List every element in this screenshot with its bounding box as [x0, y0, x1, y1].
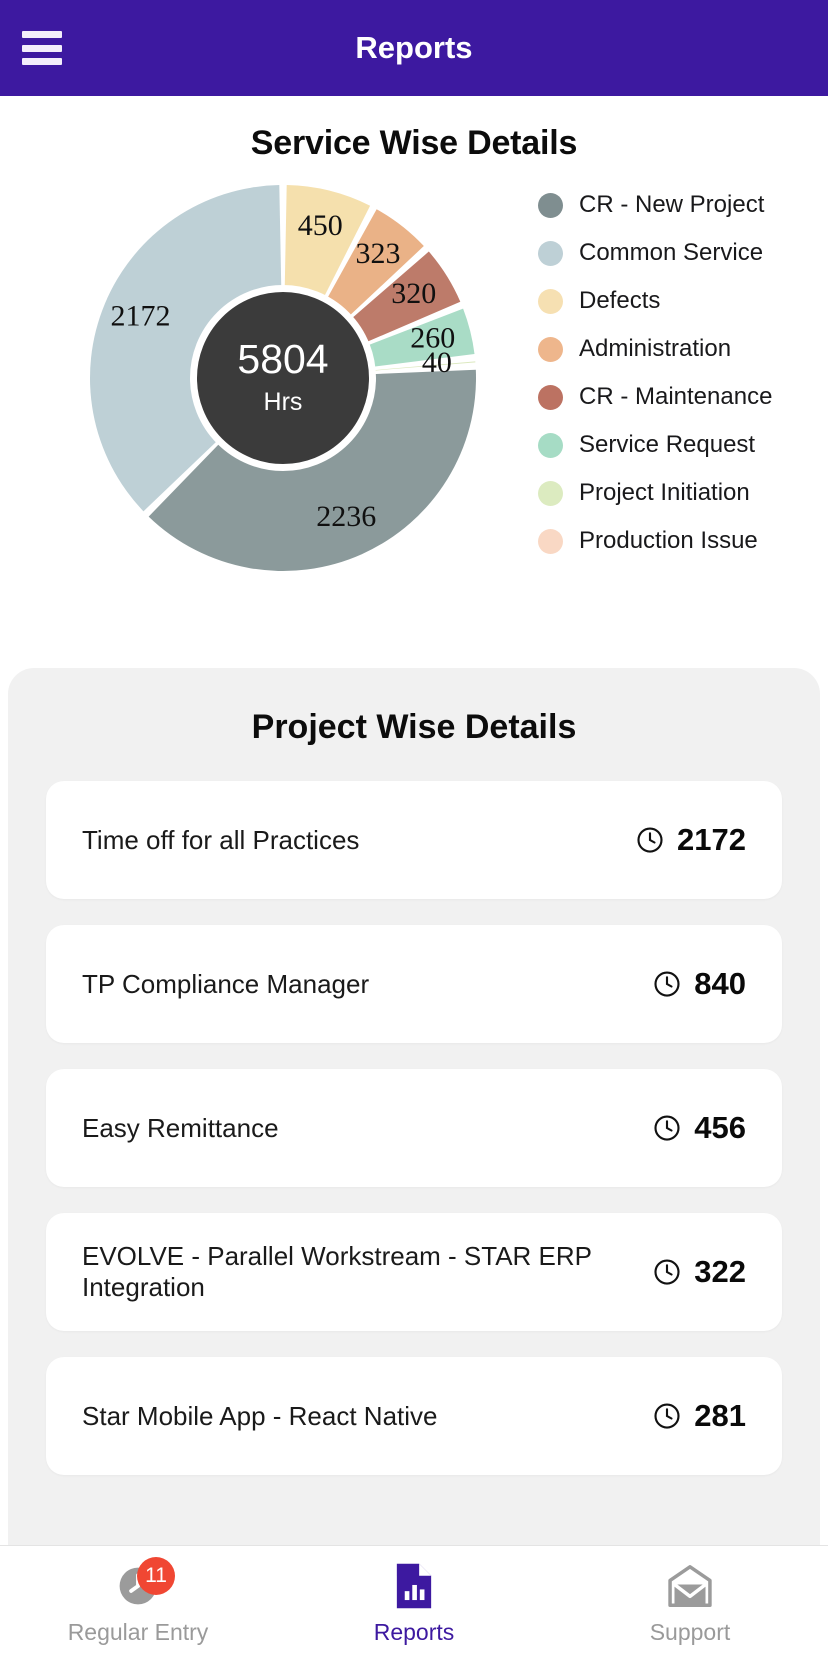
project-row[interactable]: Easy Remittance 456	[46, 1069, 782, 1187]
project-hours: 456	[652, 1110, 746, 1146]
project-section-title: Project Wise Details	[251, 708, 577, 746]
hamburger-bar	[22, 58, 62, 65]
legend-item-label: Project Initiation	[579, 479, 750, 506]
project-name: EVOLVE - Parallel Workstream - STAR ERP …	[82, 1241, 592, 1302]
envelope-icon	[668, 1565, 712, 1607]
bottom-navigation-bar: 11 Regular Entry Reports Support	[0, 1545, 828, 1661]
chart-legend: CR - New Project Common Service Defects Adm…	[538, 191, 772, 555]
clock-icon	[654, 1115, 680, 1141]
legend-item[interactable]: Common Service	[538, 239, 772, 267]
total-hours-value: 5804	[237, 336, 329, 382]
project-row[interactable]: Star Mobile App - React Native 281	[46, 1357, 782, 1475]
nav-item-regular-entry[interactable]: 11 Regular Entry	[0, 1546, 276, 1661]
pie-slice-label: 320	[391, 277, 436, 310]
legend-item[interactable]: CR - New Project	[538, 191, 772, 219]
project-hours-value: 840	[694, 966, 746, 1001]
hamburger-bar	[22, 31, 62, 38]
project-name: Star Mobile App - React Native	[82, 1400, 438, 1431]
project-row[interactable]: TP Compliance Manager 840	[46, 925, 782, 1043]
nav-item-label: Support	[649, 1619, 731, 1645]
nav-item-label: Regular Entry	[67, 1619, 209, 1645]
notification-badge: 11	[137, 1557, 175, 1595]
legend-color-swatch	[538, 480, 563, 506]
project-hours-value: 2172	[677, 822, 746, 857]
legend-item-label: CR - New Project	[579, 191, 765, 218]
nav-icon-wrapper	[387, 1561, 441, 1611]
project-row[interactable]: Time off for all Practices 2172	[46, 781, 782, 899]
legend-item-label: Common Service	[579, 239, 764, 266]
project-hours: 281	[652, 1398, 746, 1434]
legend-item[interactable]: CR - Maintenance	[538, 383, 772, 411]
donut-chart[interactable]: 450 323 320 260 40 2236 2172 5804 Hrs	[88, 183, 478, 573]
app-header: Reports	[0, 0, 828, 96]
project-hours: 2172	[635, 822, 746, 858]
project-name: TP Compliance Manager	[82, 968, 370, 999]
nav-icon-wrapper: 11	[111, 1557, 175, 1611]
project-list: Time off for all Practices 2172 TP Compli…	[46, 781, 782, 1475]
legend-item[interactable]: Production Issue	[538, 527, 772, 555]
legend-color-swatch	[538, 336, 563, 362]
pie-slice-label: 2236	[316, 500, 376, 533]
clock-icon	[637, 827, 663, 853]
service-wise-details-section: Service Wise Details 450 323 320 260 40 2236 2…	[0, 96, 828, 658]
page-title: Reports	[355, 30, 473, 65]
legend-color-swatch	[538, 288, 563, 314]
pie-slice-label: 323	[355, 237, 400, 270]
clock-icon	[654, 1259, 680, 1285]
legend-item-label: Administration	[579, 335, 732, 362]
legend-item-label: Defects	[579, 287, 661, 314]
project-hours: 322	[652, 1254, 746, 1290]
project-hours-value: 322	[694, 1254, 746, 1289]
legend-color-swatch	[538, 384, 563, 410]
service-section-title: Service Wise Details	[250, 124, 578, 162]
pie-slice-label: 40	[422, 346, 452, 379]
legend-color-swatch	[538, 432, 563, 458]
legend-item-label: Production Issue	[579, 527, 758, 554]
legend-item-label: CR - Maintenance	[579, 383, 773, 410]
project-hours-value: 456	[694, 1110, 746, 1145]
legend-color-swatch	[538, 528, 563, 554]
legend-item[interactable]: Service Request	[538, 431, 772, 459]
donut-chart-area: 450 323 320 260 40 2236 2172 5804 Hrs CR - New…	[0, 173, 828, 603]
legend-item[interactable]: Administration	[538, 335, 772, 363]
project-hours-value: 281	[694, 1398, 746, 1433]
donut-center-total: 5804 Hrs	[190, 285, 376, 471]
project-wise-details-section: Project Wise Details Time off for all Pr…	[8, 668, 820, 1661]
legend-item-label: Service Request	[579, 431, 756, 458]
nav-icon-wrapper	[663, 1561, 717, 1611]
nav-item-support[interactable]: Support	[552, 1546, 828, 1661]
project-hours: 840	[652, 966, 746, 1002]
project-row[interactable]: EVOLVE - Parallel Workstream - STAR ERP …	[46, 1213, 782, 1331]
pie-slice-label: 2172	[110, 300, 170, 333]
hamburger-bar	[22, 44, 62, 52]
project-name: Easy Remittance	[82, 1112, 279, 1143]
clock-icon	[654, 971, 680, 997]
report-doc-icon	[396, 1563, 432, 1609]
legend-item[interactable]: Project Initiation	[538, 479, 772, 507]
nav-item-reports[interactable]: Reports	[276, 1546, 552, 1661]
pie-slice-label: 450	[298, 209, 343, 242]
legend-color-swatch	[538, 192, 563, 218]
nav-item-label: Reports	[373, 1619, 455, 1645]
project-name: Time off for all Practices	[82, 824, 360, 855]
clock-icon	[654, 1403, 680, 1429]
legend-item[interactable]: Defects	[538, 287, 772, 315]
legend-color-swatch	[538, 240, 563, 266]
total-hours-unit: Hrs	[263, 388, 303, 416]
hamburger-menu-icon[interactable]	[22, 31, 62, 65]
